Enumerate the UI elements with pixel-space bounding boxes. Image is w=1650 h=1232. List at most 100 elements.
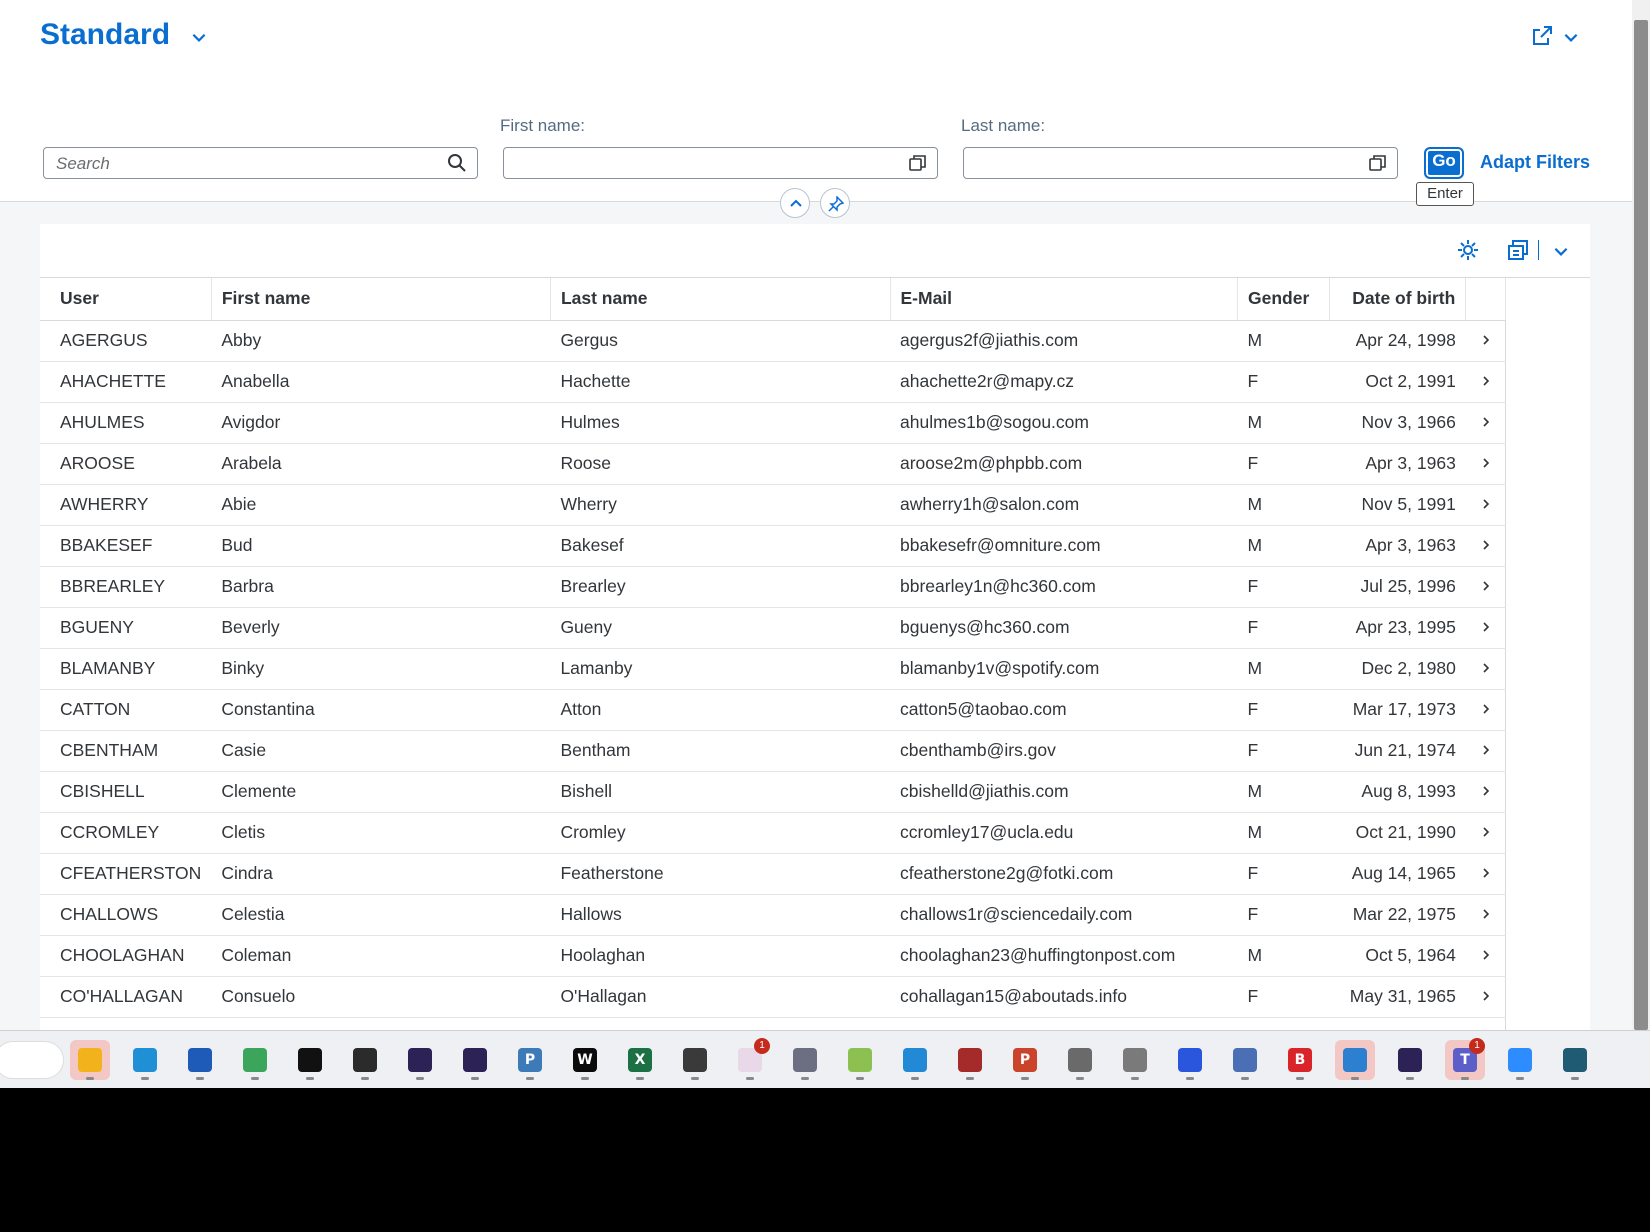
running-indicator xyxy=(691,1077,699,1080)
taskbar-terminal-icon[interactable] xyxy=(290,1040,330,1080)
taskbar-chrome-icon[interactable] xyxy=(235,1040,275,1080)
value-help-icon[interactable] xyxy=(1369,154,1387,172)
table-row[interactable]: BBREARLEY Barbra Brearley bbrearley1n@hc360… xyxy=(40,566,1506,608)
taskbar-eclipse-3-icon[interactable] xyxy=(1390,1040,1430,1080)
taskbar-teams-icon[interactable]: T1 xyxy=(1445,1038,1485,1080)
taskbar-sublime-icon[interactable] xyxy=(1555,1040,1595,1080)
table-row[interactable]: CBISHELL Clemente Bishell cbishelld@jiathis… xyxy=(40,771,1506,813)
table-row[interactable]: BLAMANBY Binky Lamanby blamanby1v@spotify.c… xyxy=(40,648,1506,690)
table-row[interactable]: CO'HALLAGAN Consuelo O'Hallagan cohallagan1… xyxy=(40,976,1506,1018)
table-row[interactable]: CCROMLEY Cletis Cromley ccromley17@ucla.edu… xyxy=(40,812,1506,854)
gear-icon[interactable] xyxy=(1456,238,1480,262)
variant-title[interactable]: Standard xyxy=(40,18,170,52)
taskbar-slack-icon[interactable]: 1 xyxy=(730,1038,770,1080)
search-icon[interactable] xyxy=(447,153,467,173)
taskbar-console-icon[interactable] xyxy=(675,1040,715,1080)
row-navigation[interactable] xyxy=(1465,730,1506,772)
pin-header-button[interactable] xyxy=(820,188,850,218)
column-header-first-name[interactable]: First name xyxy=(211,278,551,321)
taskbar-gimp-icon[interactable] xyxy=(950,1040,990,1080)
cell-email: blamanby1v@spotify.com xyxy=(890,648,1238,690)
column-header-user[interactable]: User xyxy=(40,278,212,321)
adapt-filters-link[interactable]: Adapt Filters xyxy=(1480,152,1590,173)
row-navigation[interactable] xyxy=(1465,648,1506,690)
taskbar-sap-logon-icon[interactable] xyxy=(1335,1040,1375,1080)
taskbar-edge-icon[interactable] xyxy=(125,1040,165,1080)
table-row[interactable]: AHULMES Avigdor Hulmes ahulmes1b@sogou.com M… xyxy=(40,402,1506,444)
notification-badge: 1 xyxy=(1469,1038,1485,1054)
column-header-gender[interactable]: Gender xyxy=(1237,278,1331,321)
taskbar-store-icon[interactable] xyxy=(180,1040,220,1080)
export-excel-icon[interactable] xyxy=(1506,238,1530,262)
taskbar-eclipse-icon[interactable] xyxy=(400,1040,440,1080)
taskbar-keepass-icon[interactable] xyxy=(785,1040,825,1080)
last-name-input[interactable] xyxy=(963,147,1398,179)
vertical-scrollbar[interactable] xyxy=(1632,0,1650,1032)
row-navigation[interactable] xyxy=(1465,361,1506,403)
cell-first-name: Constantina xyxy=(211,689,551,731)
row-navigation[interactable] xyxy=(1465,402,1506,444)
table-row[interactable]: AWHERRY Abie Wherry awherry1h@salon.com M Nov… xyxy=(40,484,1506,526)
taskbar-notepad-plus-icon[interactable] xyxy=(840,1040,880,1080)
webstorm-glyph: W xyxy=(573,1048,597,1072)
table-row[interactable]: BBAKESEF Bud Bakesef bbakesefr@omniture.com… xyxy=(40,525,1506,567)
cell-last-name: Cromley xyxy=(550,812,890,854)
taskbar-signal-icon[interactable] xyxy=(1170,1040,1210,1080)
chevron-down-icon[interactable] xyxy=(1552,242,1570,260)
taskbar-file-explorer-icon[interactable] xyxy=(70,1040,110,1080)
taskbar-search[interactable] xyxy=(0,1041,64,1079)
taskbar-vscode-icon[interactable] xyxy=(895,1040,935,1080)
table-row[interactable]: CATTON Constantina Atton catton5@taobao.com… xyxy=(40,689,1506,731)
value-help-icon[interactable] xyxy=(909,154,927,172)
scrollbar-thumb[interactable] xyxy=(1634,20,1648,1030)
taskbar-zoom-icon[interactable] xyxy=(1500,1040,1540,1080)
row-navigation[interactable] xyxy=(1465,525,1506,567)
row-navigation[interactable] xyxy=(1465,443,1506,485)
row-navigation[interactable] xyxy=(1465,484,1506,526)
cell-email: ccromley17@ucla.edu xyxy=(890,812,1238,854)
taskbar-bitwarden-b-icon[interactable]: B xyxy=(1280,1040,1320,1080)
taskbar-settings-icon[interactable] xyxy=(1060,1040,1100,1080)
table-row[interactable]: CHALLOWS Celestia Hallows challows1r@scienc… xyxy=(40,894,1506,936)
taskbar-calculator-icon[interactable] xyxy=(1115,1040,1155,1080)
collapse-header-button[interactable] xyxy=(780,188,810,218)
share-icon[interactable] xyxy=(1530,24,1554,48)
row-navigation[interactable] xyxy=(1465,566,1506,608)
go-button[interactable]: Go xyxy=(1424,147,1464,179)
taskbar-webstorm-icon[interactable]: W xyxy=(565,1040,605,1080)
row-navigation[interactable] xyxy=(1465,894,1506,936)
search-input[interactable]: Search xyxy=(43,147,478,179)
first-name-input[interactable] xyxy=(503,147,938,179)
column-header-date-of-birth[interactable]: Date of birth xyxy=(1329,278,1467,321)
column-header-email[interactable]: E-Mail xyxy=(890,278,1238,321)
taskbar-network-tool-icon[interactable] xyxy=(1225,1040,1265,1080)
taskbar-obs-icon[interactable] xyxy=(345,1040,385,1080)
powerpoint-glyph: P xyxy=(1013,1048,1037,1072)
chevron-down-icon[interactable] xyxy=(190,28,208,46)
row-navigation[interactable] xyxy=(1465,853,1506,895)
python-app-glyph: P xyxy=(518,1048,542,1072)
table-row[interactable]: CHOOLAGHAN Coleman Hoolaghan choolaghan23@h… xyxy=(40,935,1506,977)
table-row[interactable]: AROOSE Arabela Roose aroose2m@phpbb.com F Apr… xyxy=(40,443,1506,485)
row-navigation[interactable] xyxy=(1465,976,1506,1018)
column-header-last-name[interactable]: Last name xyxy=(550,278,891,321)
table-row[interactable]: BGUENY Beverly Gueny bguenys@hc360.com F Apr … xyxy=(40,607,1506,649)
taskbar-python-app-icon[interactable]: P xyxy=(510,1040,550,1080)
table-row[interactable]: AGERGUS Abby Gergus agergus2f@jiathis.com M A… xyxy=(40,320,1506,362)
cell-first-name: Cindra xyxy=(211,853,551,895)
chevron-down-icon[interactable] xyxy=(1562,28,1580,46)
table-row[interactable]: AHACHETTE Anabella Hachette ahachette2r@map… xyxy=(40,361,1506,403)
table-row[interactable]: CBENTHAM Casie Bentham cbenthamb@irs.gov F Ju… xyxy=(40,730,1506,772)
taskbar-eclipse-2-icon[interactable] xyxy=(455,1040,495,1080)
row-navigation[interactable] xyxy=(1465,320,1506,362)
taskbar-powerpoint-icon[interactable]: P xyxy=(1005,1040,1045,1080)
network-tool-glyph xyxy=(1233,1048,1257,1072)
row-navigation[interactable] xyxy=(1465,689,1506,731)
row-navigation[interactable] xyxy=(1465,607,1506,649)
taskbar-excel-icon[interactable]: X xyxy=(620,1040,660,1080)
chevron-right-icon xyxy=(1483,745,1489,755)
row-navigation[interactable] xyxy=(1465,812,1506,854)
table-row[interactable]: CFEATHERSTON Cindra Featherstone cfeatherst… xyxy=(40,853,1506,895)
row-navigation[interactable] xyxy=(1465,935,1506,977)
row-navigation[interactable] xyxy=(1465,771,1506,813)
